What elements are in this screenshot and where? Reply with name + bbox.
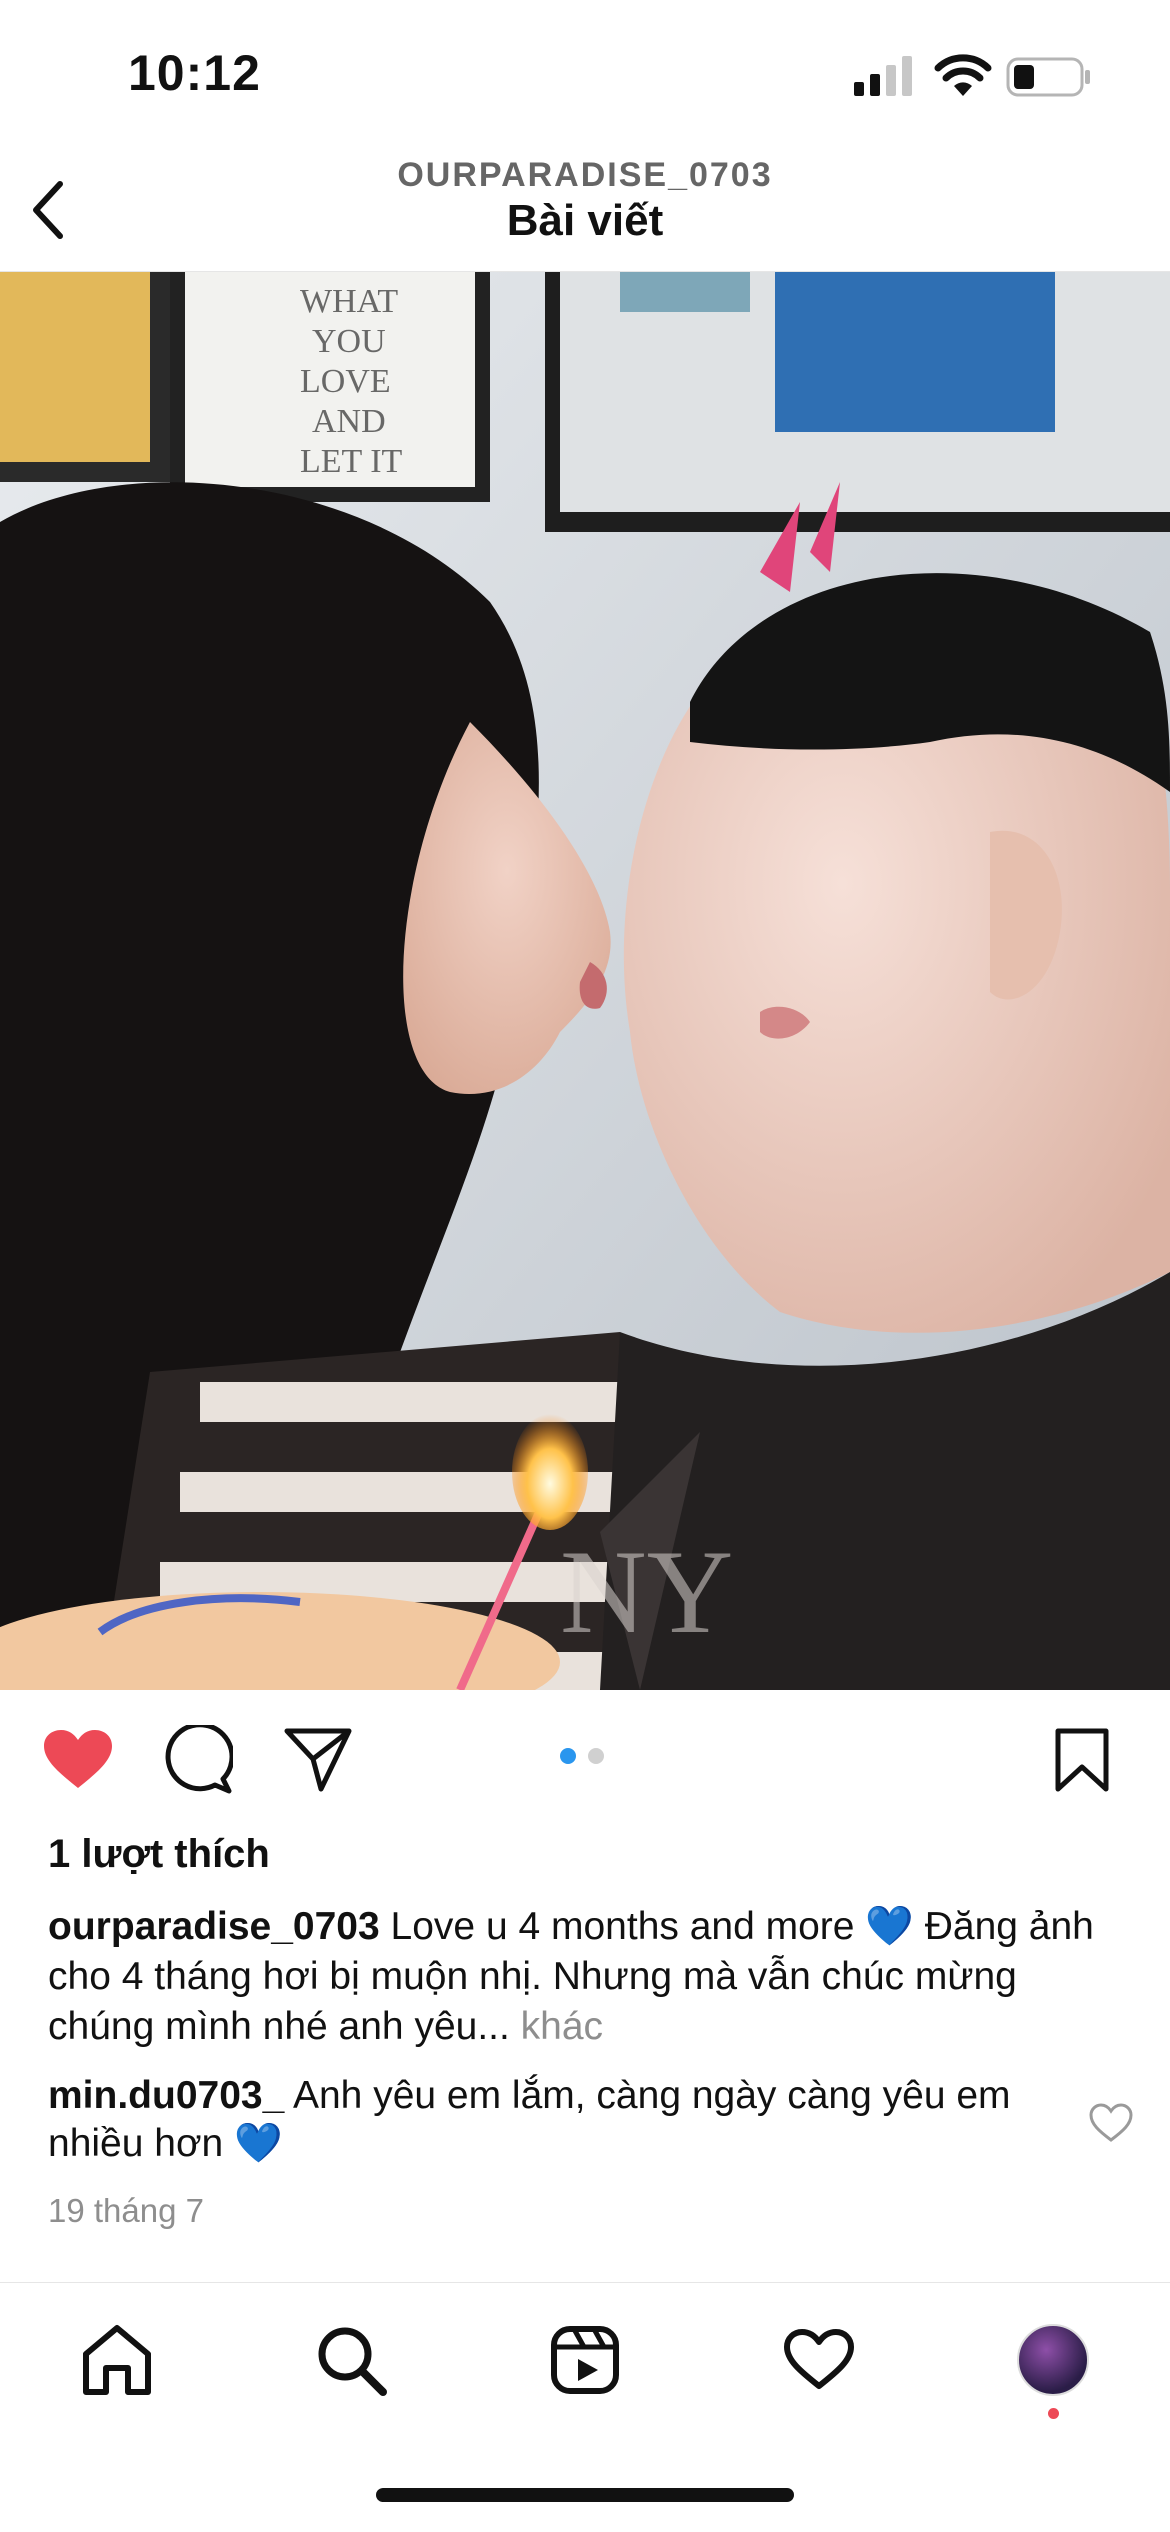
caption-username[interactable]: ourparadise_0703 bbox=[48, 1905, 380, 1948]
carousel-indicator bbox=[560, 1748, 604, 1764]
tab-reels[interactable] bbox=[540, 2315, 630, 2405]
svg-text:AND: AND bbox=[312, 403, 386, 440]
heart-icon bbox=[784, 2329, 854, 2389]
save-button[interactable] bbox=[1040, 1720, 1124, 1800]
bottom-tab-bar bbox=[0, 2282, 1170, 2442]
header-username[interactable]: OURPARADISE_0703 bbox=[0, 156, 1170, 195]
carousel-dot bbox=[588, 1748, 604, 1764]
home-icon bbox=[83, 2325, 151, 2395]
tab-home[interactable] bbox=[72, 2315, 162, 2405]
post-date: 19 tháng 7 bbox=[48, 2192, 204, 2229]
notification-dot bbox=[1048, 2408, 1059, 2419]
wifi-icon bbox=[934, 54, 992, 96]
reels-icon bbox=[551, 2326, 619, 2394]
cellular-signal-icon bbox=[854, 56, 912, 96]
page-title: Bài viết bbox=[506, 196, 664, 245]
tab-activity[interactable] bbox=[774, 2315, 864, 2405]
post-image[interactable]: WHAT YOU LOVE AND LET IT NY bbox=[0, 272, 1170, 1690]
comment-username[interactable]: min.du0703_ bbox=[48, 2074, 284, 2117]
post-caption: ourparadise_0703 Love u 4 months and mor… bbox=[48, 1902, 1108, 2052]
svg-text:WHAT: WHAT bbox=[300, 283, 398, 320]
like-button[interactable] bbox=[36, 1720, 120, 1800]
svg-text:YOU: YOU bbox=[312, 323, 386, 360]
svg-text:LOVE: LOVE bbox=[300, 363, 391, 400]
bookmark-icon bbox=[1055, 1728, 1109, 1792]
caption-more-link[interactable]: khác bbox=[510, 2005, 603, 2048]
likes-count[interactable]: 1 lượt thích bbox=[48, 1832, 270, 1877]
comment-like-icon[interactable] bbox=[1088, 2102, 1134, 2144]
carousel-dot-active bbox=[560, 1748, 576, 1764]
svg-text:LET IT: LET IT bbox=[300, 443, 403, 480]
post-photo: WHATYOULOVEANDLET IT NY bbox=[0, 272, 1170, 1690]
svg-text:NY: NY bbox=[560, 1525, 733, 1658]
comment-item: min.du0703_ Anh yêu em lắm, càng ngày cà… bbox=[48, 2072, 1048, 2168]
post-header: OURPARADISE_0703 Bài viết bbox=[0, 150, 1170, 272]
tab-search[interactable] bbox=[306, 2315, 396, 2405]
comment-button[interactable] bbox=[156, 1720, 240, 1800]
share-button[interactable] bbox=[276, 1720, 360, 1800]
heart-filled-icon bbox=[44, 1730, 112, 1788]
post-actions bbox=[0, 1690, 1170, 1830]
home-indicator[interactable] bbox=[376, 2488, 794, 2502]
status-time: 10:12 bbox=[128, 45, 261, 101]
comment-icon bbox=[165, 1725, 233, 1794]
tab-profile[interactable] bbox=[1008, 2315, 1098, 2405]
search-icon bbox=[318, 2327, 387, 2396]
profile-avatar bbox=[1017, 2324, 1089, 2396]
battery-icon bbox=[1006, 57, 1090, 97]
share-icon bbox=[284, 1728, 352, 1792]
status-bar: 10:12 bbox=[0, 0, 1170, 150]
